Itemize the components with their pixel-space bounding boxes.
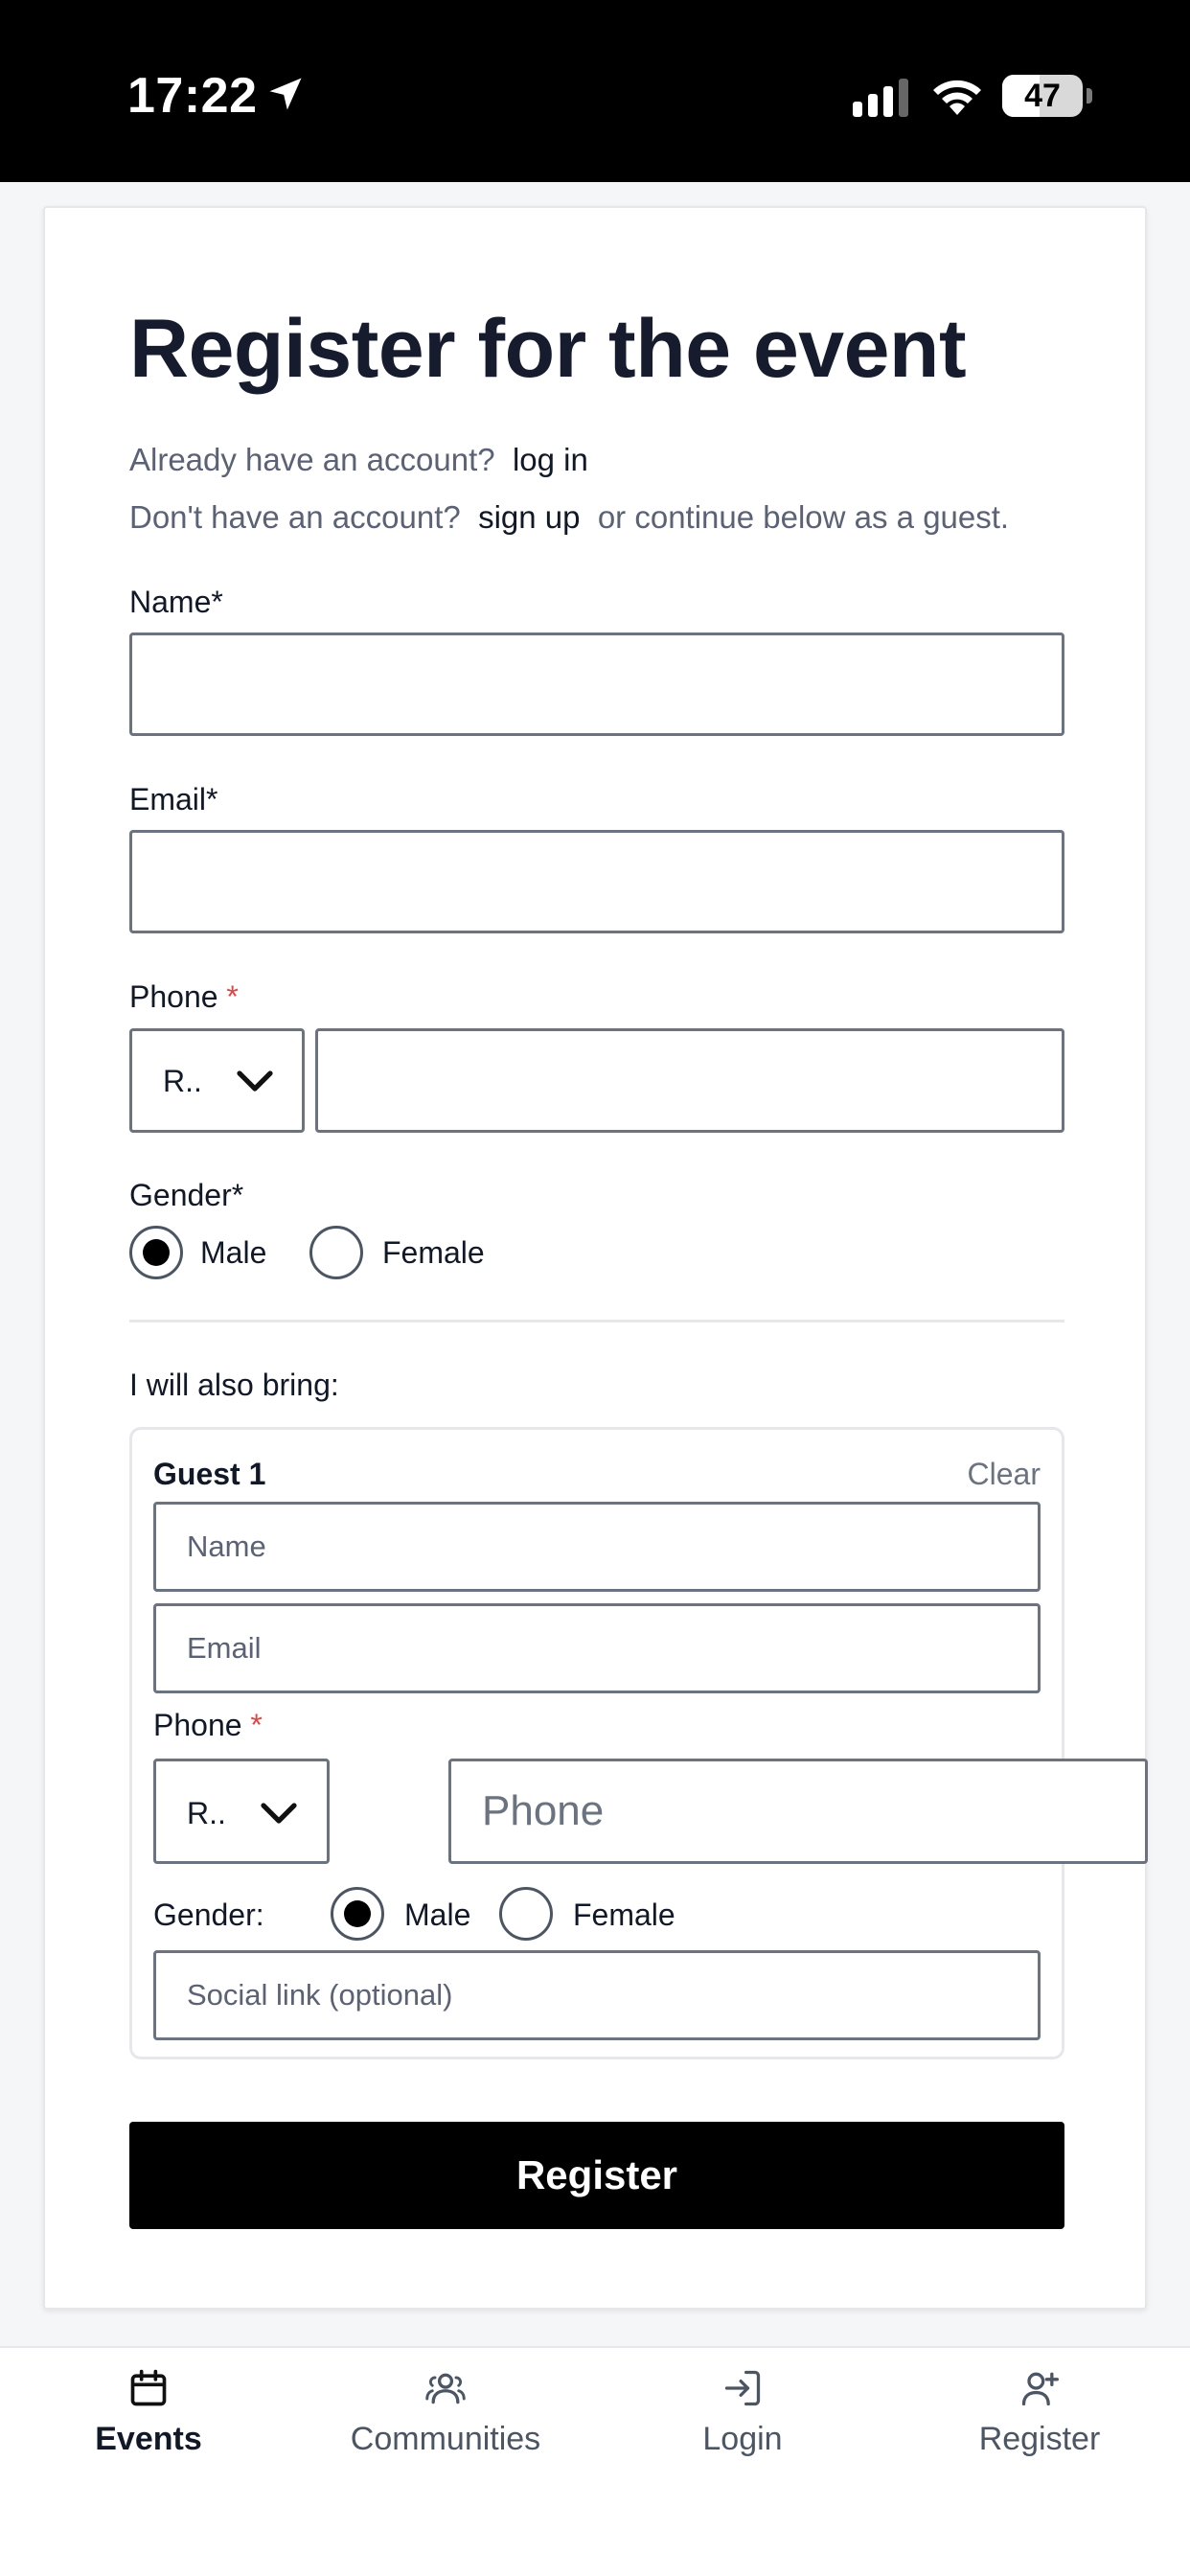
chevron-down-icon — [237, 1070, 273, 1092]
guest-social-link-field[interactable] — [153, 1950, 1041, 2040]
guest-phone-label: Phone * — [153, 1708, 263, 1743]
gender-female-label: Female — [382, 1235, 485, 1270]
register-button[interactable]: Register — [129, 2122, 1064, 2229]
name-label: Name* — [129, 585, 223, 619]
chevron-down-icon — [261, 1803, 297, 1824]
status-bar: 17:22 47 — [0, 0, 1190, 182]
guest-email-field[interactable] — [153, 1603, 1041, 1693]
gender-female-radio[interactable] — [309, 1226, 363, 1279]
guest-title: Guest 1 — [153, 1457, 266, 1491]
nav-item-events[interactable]: Events — [0, 2348, 297, 2482]
guest-country-code-select[interactable]: R.. — [153, 1759, 330, 1864]
gender-male-label: Male — [200, 1235, 267, 1270]
email-label: Email* — [129, 782, 218, 816]
name-field[interactable] — [129, 632, 1064, 736]
bring-guests-label: I will also bring: — [129, 1368, 339, 1402]
registration-card: Register for the event Already have an a… — [43, 206, 1148, 2310]
nav-label-communities: Communities — [350, 2421, 541, 2457]
bottom-nav: Events Communities Login Register — [0, 2346, 1190, 2576]
signup-prompt: Don't have an account? sign up or contin… — [129, 499, 1009, 536]
nav-item-login[interactable]: Login — [594, 2348, 891, 2482]
required-asterisk: * — [226, 979, 239, 1014]
signup-link[interactable]: sign up — [478, 499, 580, 535]
wifi-icon — [933, 80, 981, 115]
cellular-signal-icon — [853, 79, 908, 117]
users-icon — [425, 2373, 466, 2404]
email-field[interactable] — [129, 830, 1064, 933]
guest-gender-male-radio[interactable] — [331, 1887, 384, 1941]
nav-item-register[interactable]: Register — [891, 2348, 1188, 2482]
login-prompt: Already have an account? log in — [129, 442, 588, 478]
phone-field[interactable] — [315, 1028, 1064, 1133]
page-title: Register for the event — [129, 303, 967, 395]
continue-guest-text: or continue below as a guest. — [597, 499, 1010, 535]
login-icon — [724, 2370, 761, 2406]
location-arrow-icon — [269, 78, 302, 110]
guest-name-field[interactable] — [153, 1502, 1041, 1592]
nav-label-events: Events — [95, 2421, 202, 2457]
gender-male-radio[interactable] — [129, 1226, 183, 1279]
phone-label-text: Phone — [129, 979, 218, 1014]
status-time: 17:22 — [127, 68, 258, 124]
clear-guest-button[interactable]: Clear — [968, 1457, 1041, 1492]
nav-label-register: Register — [978, 2421, 1101, 2457]
country-code-value: R.. — [163, 1064, 202, 1098]
required-asterisk: * — [250, 1708, 263, 1742]
guest-phone-field[interactable] — [448, 1759, 1148, 1864]
user-plus-icon — [1021, 2372, 1059, 2406]
login-link[interactable]: log in — [513, 442, 588, 477]
guest-phone-label-text: Phone — [153, 1708, 242, 1742]
section-divider — [129, 1320, 1064, 1322]
signup-prompt-text: Don't have an account? — [129, 499, 461, 535]
battery-tip — [1087, 88, 1092, 104]
battery-level-text: 47 — [1024, 78, 1061, 114]
gender-label: Gender* — [129, 1178, 244, 1212]
nav-label-login: Login — [702, 2421, 783, 2457]
guest-card: Guest 1 Clear Phone * R.. Gender: Male F… — [129, 1427, 1148, 2059]
battery-indicator: 47 — [1002, 75, 1083, 117]
guest-gender-label: Gender: — [153, 1898, 264, 1932]
guest-country-code-value: R.. — [187, 1796, 226, 1830]
guest-gender-female-radio[interactable] — [499, 1887, 553, 1941]
calendar-icon — [130, 2369, 167, 2406]
nav-item-communities[interactable]: Communities — [297, 2348, 594, 2482]
guest-gender-female-label: Female — [573, 1898, 675, 1932]
phone-label: Phone * — [129, 979, 239, 1015]
country-code-select[interactable]: R.. — [129, 1028, 305, 1133]
login-prompt-text: Already have an account? — [129, 442, 495, 477]
guest-gender-male-label: Male — [404, 1898, 471, 1932]
